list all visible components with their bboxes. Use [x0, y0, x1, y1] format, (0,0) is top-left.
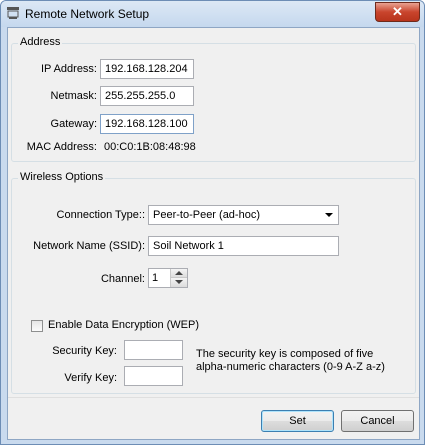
arrow-down-icon: [175, 280, 183, 284]
ssid-input[interactable]: Soil Network 1: [148, 236, 339, 256]
connection-type-value: Peer-to-Peer (ad-hoc): [153, 209, 260, 221]
address-group: Address IP Address: 192.168.128.204 Netm…: [11, 36, 416, 162]
window-title: Remote Network Setup: [25, 7, 150, 21]
wireless-options-group-title: Wireless Options: [18, 171, 106, 183]
chevron-down-icon: [325, 213, 333, 217]
address-group-title: Address: [18, 36, 63, 48]
mac-address-label: MAC Address:: [26, 141, 97, 153]
network-setup-icon: [7, 7, 19, 19]
gateway-input[interactable]: 192.168.128.100: [100, 114, 194, 134]
button-bar-divider: [8, 397, 419, 398]
key-note-line-1: The security key is composed of five: [196, 348, 374, 360]
security-key-label: Security Key:: [52, 345, 117, 357]
spin-up-button[interactable]: [171, 269, 187, 278]
spin-down-button[interactable]: [171, 278, 187, 287]
channel-spinner[interactable]: 1: [148, 268, 188, 288]
connection-type-label: Connection Type::: [56, 209, 145, 221]
netmask-input[interactable]: 255.255.255.0: [100, 86, 194, 106]
key-note-line-2: alpha-numeric characters (0-9 A-Z a-z): [196, 361, 385, 373]
channel-label: Channel:: [100, 273, 145, 285]
ssid-label: Network Name (SSID):: [33, 240, 145, 252]
enable-encryption-label[interactable]: Enable Data Encryption (WEP): [48, 319, 199, 331]
close-icon: ✕: [392, 4, 403, 19]
netmask-label: Netmask:: [50, 90, 97, 102]
set-button[interactable]: Set: [261, 410, 334, 432]
ip-address-input[interactable]: 192.168.128.204: [100, 59, 194, 79]
mac-address-value: 00:C0:1B:08:48:98: [104, 141, 196, 153]
cancel-button[interactable]: Cancel: [341, 410, 414, 432]
verify-key-input[interactable]: [124, 366, 183, 386]
close-button[interactable]: ✕: [375, 2, 420, 22]
dialog-body: Address IP Address: 192.168.128.204 Netm…: [7, 27, 420, 440]
enable-encryption-checkbox[interactable]: [31, 320, 43, 332]
channel-value: 1: [152, 272, 159, 284]
arrow-up-icon: [175, 271, 183, 275]
verify-key-label: Verify Key:: [64, 372, 117, 384]
security-key-input[interactable]: [124, 340, 183, 360]
title-bar[interactable]: Remote Network Setup ✕: [1, 1, 424, 27]
channel-spin-buttons: [170, 269, 187, 287]
connection-type-select[interactable]: Peer-to-Peer (ad-hoc): [148, 205, 339, 225]
ip-address-label: IP Address:: [40, 63, 97, 75]
remote-network-setup-window: Remote Network Setup ✕ Address IP Addres…: [0, 0, 425, 445]
gateway-label: Gateway:: [50, 118, 97, 130]
wireless-options-group: Wireless Options Connection Type:: Peer-…: [11, 171, 416, 394]
